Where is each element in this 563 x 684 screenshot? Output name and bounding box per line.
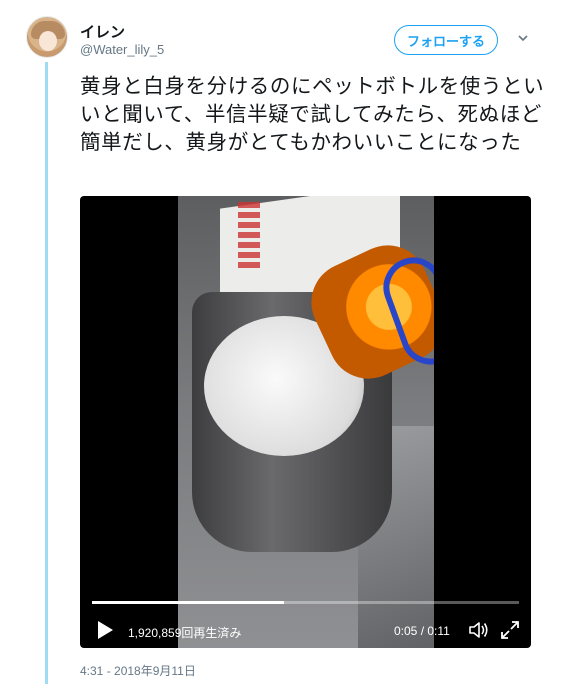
video-progress-bar[interactable]: [92, 601, 519, 604]
tweet-text: 黄身と白身を分けるのにペットボトルを使うといいと聞いて、半信半疑で試してみたら、…: [80, 74, 545, 154]
chevron-down-icon[interactable]: [518, 33, 528, 43]
carton-print: [238, 202, 260, 272]
video-controls: 1,920,859回再生済み 0:05 / 0:11: [80, 614, 531, 648]
play-icon[interactable]: [96, 620, 114, 640]
follow-button[interactable]: フォローする: [394, 25, 498, 55]
avatar-face: [39, 31, 57, 51]
thread-line: [45, 62, 48, 684]
volume-icon[interactable]: [468, 620, 490, 640]
avatar[interactable]: [26, 16, 68, 58]
tweet-timestamp[interactable]: 4:31 - 2018年9月11日: [80, 662, 196, 679]
video-player[interactable]: 1,920,859回再生済み 0:05 / 0:11: [80, 196, 531, 648]
fullscreen-icon[interactable]: [500, 620, 520, 640]
display-name[interactable]: イレン: [80, 21, 125, 42]
user-handle[interactable]: @Water_lily_5: [80, 42, 164, 57]
video-time: 0:05 / 0:11: [394, 624, 450, 638]
video-frame: [178, 196, 434, 648]
view-count: 1,920,859回再生済み: [128, 626, 242, 640]
video-progress-fill: [92, 601, 285, 604]
